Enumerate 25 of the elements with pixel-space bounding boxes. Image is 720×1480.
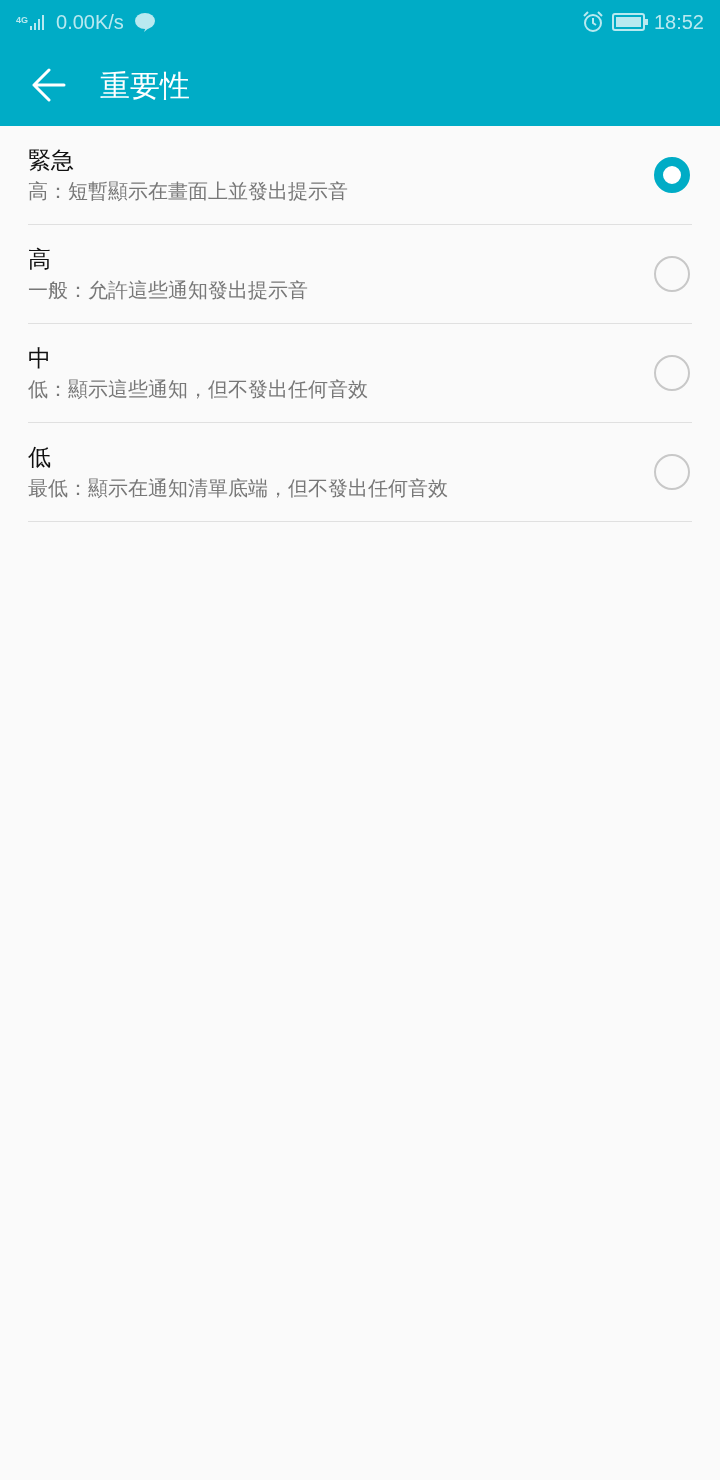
radio-button[interactable] (654, 454, 690, 490)
option-row[interactable]: 緊急 高：短暫顯示在畫面上並發出提示音 (28, 126, 692, 225)
signal-icon (30, 14, 46, 30)
radio-button[interactable] (654, 355, 690, 391)
option-row[interactable]: 中 低：顯示這些通知，但不發出任何音效 (28, 324, 692, 423)
back-arrow-icon (32, 68, 66, 102)
page-title: 重要性 (100, 67, 190, 104)
option-description: 一般：允許這些通知發出提示音 (28, 278, 309, 303)
radio-button[interactable] (654, 256, 690, 292)
option-description: 低：顯示這些通知，但不發出任何音效 (28, 377, 369, 402)
option-description: 最低：顯示在通知清單底端，但不發出任何音效 (28, 476, 449, 501)
option-row[interactable]: 高 一般：允許這些通知發出提示音 (28, 225, 692, 324)
alarm-icon (581, 11, 604, 33)
battery-icon (611, 13, 648, 31)
option-description: 高：短暫顯示在畫面上並發出提示音 (28, 179, 349, 204)
radio-button[interactable] (654, 157, 690, 193)
chat-bubble-icon (133, 12, 156, 32)
option-title: 高 (28, 245, 52, 274)
option-title: 緊急 (28, 146, 75, 175)
network-speed: 0.00K/s (56, 10, 124, 35)
clock-time: 18:52 (653, 10, 704, 35)
network-type: 4G (16, 16, 28, 25)
option-row[interactable]: 低 最低：顯示在通知清單底端，但不發出任何音效 (28, 423, 692, 522)
option-title: 中 (28, 344, 52, 373)
option-title: 低 (28, 443, 52, 472)
